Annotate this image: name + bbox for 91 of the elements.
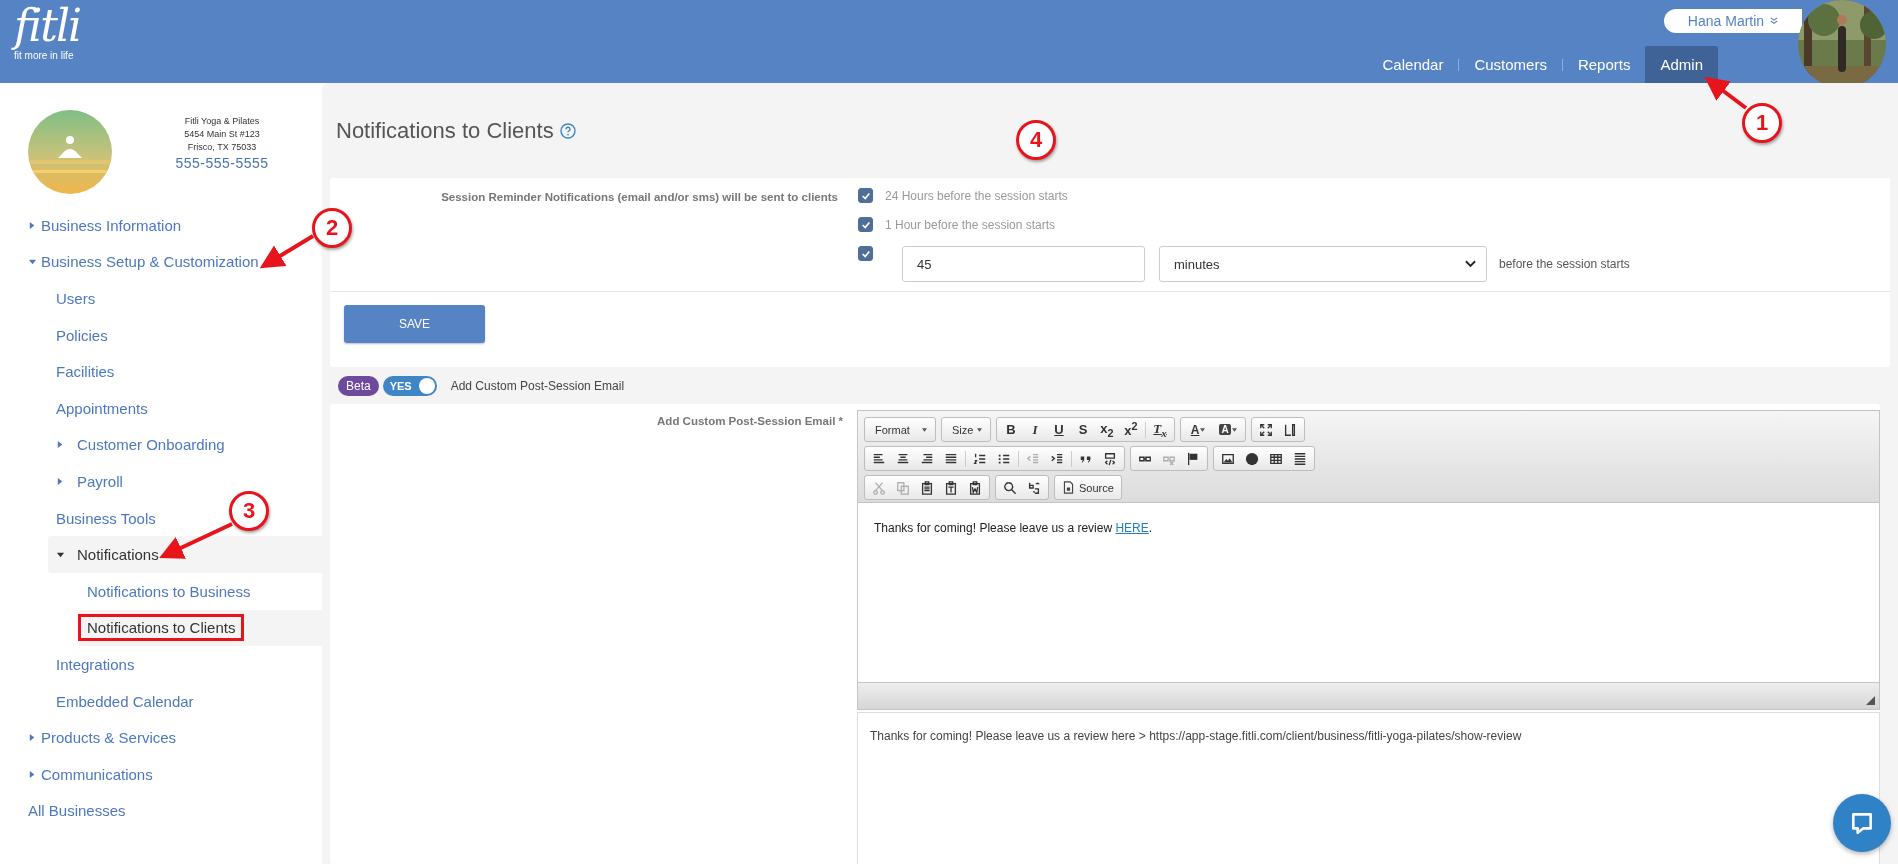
page-title: Notifications to Clients: [336, 118, 554, 144]
sidebar-item[interactable]: Business Tools: [56, 507, 156, 529]
chevron-down-icon: [1465, 260, 1476, 268]
sidebar-item[interactable]: Notifications to Business: [87, 580, 251, 602]
toolbar-button[interactable]: B: [999, 419, 1023, 440]
business-phone: 555-555-5555: [175, 153, 269, 172]
document-icon: [1062, 481, 1075, 494]
sidebar-item[interactable]: Facilities: [56, 361, 115, 383]
cut-icon: [872, 480, 886, 495]
align-right-icon: [920, 451, 934, 466]
help-icon[interactable]: [559, 123, 576, 139]
toolbar-button[interactable]: T$_{x}$: [1148, 419, 1172, 440]
toolbar-button[interactable]: I: [1023, 419, 1047, 440]
chevron-down-icon: [1770, 17, 1779, 25]
nav-tab[interactable]: Admin: [1645, 46, 1718, 83]
sidebar-item[interactable]: All Businesses: [28, 800, 126, 822]
flag-icon: [1186, 451, 1200, 466]
plain-text: Thanks for coming! Please leave us a review here > https://app-stage.fitli.com/client/business/fitli-yoga-pilates/show-review: [870, 729, 1522, 743]
pointer-arrow: [1704, 76, 1748, 110]
toolbar-button[interactable]: A: [1183, 419, 1213, 440]
checkmark-icon: [860, 219, 871, 230]
toolbar-button[interactable]: A: [1213, 419, 1243, 440]
table-icon: [1269, 451, 1283, 466]
nav-tab[interactable]: Reports: [1562, 46, 1646, 83]
toolbar-dropdown[interactable]: Size: [944, 419, 988, 440]
resize-handle-icon[interactable]: [1866, 696, 1875, 705]
paste-word-icon: [968, 480, 982, 495]
image-icon: [1221, 451, 1235, 466]
field-label: Session Reminder Notifications (email and/or sms) will be sent to clients: [440, 190, 838, 203]
caret-down-icon: [977, 427, 982, 432]
sidebar-item[interactable]: Customer Onboarding: [77, 434, 225, 456]
sidebar-item[interactable]: Embedded Calendar: [56, 690, 194, 712]
beta-badge: Beta: [338, 375, 379, 396]
email-body-text: Thanks for coming! Please leave us a review HERE.: [874, 521, 1154, 535]
business-city: Frisco, TX 75033: [187, 140, 257, 154]
toggle-label: Add Custom Post-Session Email: [450, 378, 625, 393]
sidebar-item[interactable]: Policies: [56, 324, 108, 346]
sidebar-item[interactable]: Products & Services: [41, 727, 177, 749]
checkbox[interactable]: [858, 188, 873, 203]
sidebar-item[interactable]: Business Information: [41, 214, 182, 236]
sidebar-item[interactable]: Notifications to Clients: [81, 617, 242, 639]
paste-text-icon: [944, 480, 958, 495]
pointer-arrow: [259, 234, 315, 269]
caret-down-icon: [1200, 427, 1206, 432]
sidebar-item[interactable]: Notifications: [77, 544, 159, 566]
sidebar-item[interactable]: Communications: [41, 763, 153, 785]
find-icon: [1003, 480, 1017, 495]
numbered-list-icon: [973, 451, 987, 466]
business-address: 5454 Main St #123: [184, 127, 260, 141]
checkmark-icon: [860, 248, 871, 259]
option-label: 24 Hours before the session starts: [885, 188, 1068, 203]
input-field[interactable]: 45: [902, 246, 1145, 282]
toolbar-button[interactable]: x$_{2}$: [1095, 419, 1119, 440]
sidebar-item[interactable]: Integrations: [56, 653, 135, 675]
user-menu[interactable]: Hana Martin: [1664, 9, 1802, 33]
unit-select[interactable]: minutes: [1159, 246, 1487, 282]
field-label: Add Custom Post-Session Email *: [656, 414, 843, 427]
copy-icon: [896, 480, 910, 495]
option-label: 1 Hour before the session starts: [885, 217, 1056, 232]
toolbar-button[interactable]: Source: [1057, 477, 1119, 498]
sidebar-item[interactable]: Business Setup & Customization: [41, 251, 259, 273]
justify-icon: [944, 451, 958, 466]
toolbar-button[interactable]: S: [1071, 419, 1095, 440]
align-center-icon: [896, 451, 910, 466]
brand-tagline: fit more in life: [14, 50, 74, 61]
save-button[interactable]: SAVE: [344, 305, 485, 343]
checkmark-icon: [860, 190, 871, 201]
sidebar-item[interactable]: Appointments: [56, 397, 148, 419]
maximize-icon: [1259, 422, 1273, 437]
chat-bubble-icon: [1849, 810, 1875, 836]
business-name: Fitli Yoga & Pilates: [184, 114, 260, 128]
option-label: before the session starts: [1499, 257, 1630, 271]
toolbar-button[interactable]: U: [1047, 419, 1071, 440]
review-link[interactable]: HERE: [1115, 521, 1149, 535]
paste-icon: [920, 480, 934, 495]
nav-tab[interactable]: Calendar: [1367, 46, 1459, 83]
toolbar-button[interactable]: x$^{2}$: [1119, 419, 1143, 440]
horizontal-rule-icon: [1293, 451, 1307, 466]
toolbar-dropdown[interactable]: Format: [867, 419, 933, 440]
caret-down-icon: [1231, 427, 1237, 432]
sidebar-item[interactable]: Payroll: [77, 470, 123, 492]
div-icon: [1103, 451, 1117, 466]
align-left-icon: [872, 451, 886, 466]
indent-icon: [1050, 451, 1064, 466]
caret-down-icon: [922, 427, 927, 432]
sidebar-item[interactable]: Users: [56, 288, 96, 309]
checkbox[interactable]: [858, 217, 873, 232]
nav-tab[interactable]: Customers: [1459, 46, 1562, 83]
outdent-icon: [1026, 451, 1040, 466]
toggle-switch[interactable]: YES: [382, 375, 437, 396]
checkbox[interactable]: [858, 246, 873, 261]
